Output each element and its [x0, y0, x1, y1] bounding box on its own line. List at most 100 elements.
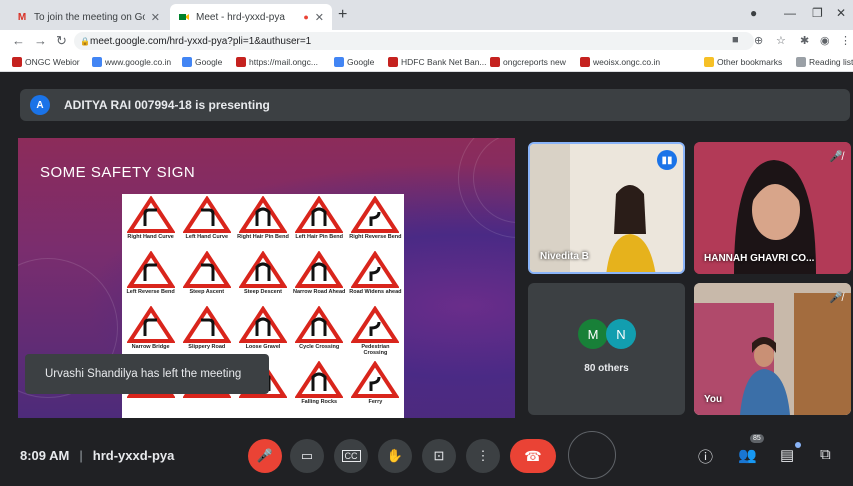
warning-triangle-icon	[351, 196, 400, 233]
sign-label: Pedestrian Crossing	[361, 344, 390, 356]
participant-name: You	[704, 394, 723, 405]
mic-toggle-button[interactable]: 🎤	[248, 439, 282, 473]
profile-record-icon[interactable]: ●	[750, 6, 757, 20]
safety-sign: Pedestrian Crossing	[349, 306, 402, 358]
close-tab-icon[interactable]: ✕	[151, 11, 160, 24]
menu-icon[interactable]: ⋮	[840, 34, 851, 47]
sign-label: Steep Descent	[244, 289, 282, 295]
sign-label: Narrow Bridge	[131, 344, 170, 350]
captions-icon: CC	[341, 450, 361, 462]
google-icon	[182, 57, 192, 67]
tab-meet[interactable]: Meet - hrd-yxxd-pya ● ✕	[170, 4, 332, 30]
bookmark-item[interactable]: weoisx.ongc.co.in	[580, 55, 660, 69]
lock-icon: 🔒	[80, 36, 90, 46]
sign-label: Left Hair Pin Bend	[295, 234, 344, 240]
warning-triangle-icon	[182, 251, 231, 288]
google-icon	[334, 57, 344, 67]
avatar: M	[578, 319, 608, 349]
extensions-icon[interactable]: ✱	[800, 34, 809, 47]
other-bookmarks[interactable]: Other bookmarks	[704, 55, 782, 69]
bookmark-item[interactable]: ONGC Webior	[12, 55, 80, 69]
mic-off-icon: 🎤	[256, 448, 274, 463]
participant-tile-others[interactable]: M N 80 others	[528, 283, 685, 415]
star-icon[interactable]: ☆	[776, 34, 786, 47]
sign-label: Right Reverse Bend	[349, 234, 402, 240]
sign-label: Road Widens ahead	[349, 289, 402, 295]
bookmarks-bar: ONGC Webior www.google.co.in Google http…	[0, 52, 853, 72]
bookmark-favicon-icon	[580, 57, 590, 67]
safety-sign: Falling Rocks	[293, 361, 346, 413]
zoom-icon[interactable]: ⊕	[754, 34, 763, 47]
warning-triangle-icon	[351, 251, 400, 288]
bookmark-favicon-icon	[236, 57, 246, 67]
more-options-button[interactable]: ⋮	[466, 439, 500, 473]
bookmark-item[interactable]: Google	[182, 55, 222, 69]
safety-sign: Steep Ascent	[180, 251, 233, 303]
end-call-button[interactable]: ☎	[510, 439, 556, 473]
present-button[interactable]: ⊡	[422, 439, 456, 473]
close-tab-icon[interactable]: ✕	[315, 11, 324, 24]
participant-tile-you[interactable]: 🎤̸ You	[694, 283, 851, 415]
minimize-icon[interactable]: —	[784, 6, 796, 20]
safety-sign: Right Hand Curve	[124, 196, 177, 248]
warning-triangle-icon	[351, 306, 400, 343]
participant-tile-hannah[interactable]: 🎤̸ HANNAH GHAVRI CO...	[694, 142, 851, 274]
participant-tile-nivedita[interactable]: ▮▮ Nivedita B	[528, 142, 685, 274]
camera-toggle-button[interactable]: ▭	[290, 439, 324, 473]
bookmark-item[interactable]: Google	[334, 55, 374, 69]
safety-sign: Left Hair Pin Bend	[293, 196, 346, 248]
present-icon: ⊡	[433, 448, 445, 463]
back-icon[interactable]: ←	[12, 33, 25, 48]
safety-sign: Loose Gravel	[236, 306, 289, 358]
gmail-icon: M	[17, 11, 27, 23]
bookmark-item[interactable]: https://mail.ongc...	[236, 55, 318, 69]
tab-label: To join the meeting on Google M	[34, 11, 145, 23]
url-text: meet.google.com/hrd-yxxd-pya?pli=1&authu…	[90, 35, 312, 47]
slide-title: SOME SAFETY SIGN	[40, 164, 196, 181]
meeting-code: hrd-yxxd-pya	[92, 448, 175, 463]
reading-list[interactable]: Reading list	[796, 55, 853, 69]
avatar[interactable]: ◉	[820, 34, 830, 47]
raise-hand-button[interactable]: ✋	[378, 439, 412, 473]
bookmark-favicon-icon	[388, 57, 398, 67]
forward-icon[interactable]: →	[34, 33, 47, 48]
sign-label: Slippery Road	[188, 344, 226, 350]
captions-button[interactable]: CC	[334, 439, 368, 473]
new-tab-icon[interactable]: +	[338, 6, 347, 24]
recording-dot-icon: ●	[303, 12, 309, 22]
left-meeting-toast: Urvashi Shandilya has left the meeting	[25, 354, 269, 394]
participant-count-badge: 85	[750, 434, 764, 443]
safety-sign: Left Hand Curve	[180, 196, 233, 248]
warning-triangle-icon	[182, 306, 231, 343]
camera-icon: ▭	[300, 448, 314, 463]
sign-label: Loose Gravel	[245, 344, 281, 350]
activities-icon[interactable]: ⧉	[820, 446, 831, 463]
tab-join-meeting[interactable]: M To join the meeting on Google M ✕	[8, 4, 168, 30]
divider: |	[79, 448, 83, 463]
info-icon[interactable]: ⓘ	[698, 446, 713, 467]
sign-label: Cycle Crossing	[299, 344, 340, 350]
more-vert-icon: ⋮	[476, 448, 490, 463]
url-input[interactable]: 🔒 meet.google.com/hrd-yxxd-pya?pli=1&aut…	[74, 32, 754, 50]
safety-sign: Right Hair Pin Bend	[236, 196, 289, 248]
reading-list-icon	[796, 57, 806, 67]
reload-icon[interactable]: ↻	[56, 33, 67, 49]
close-window-icon[interactable]: ✕	[836, 6, 846, 20]
meeting-time: 8:09 AM	[20, 448, 70, 463]
participant-name: Nivedita B	[540, 251, 589, 262]
safety-sign: Left Reverse Bend	[124, 251, 177, 303]
mic-off-icon: 🎤̸	[829, 151, 843, 163]
camera-indicator-icon[interactable]: ■	[732, 34, 739, 46]
maximize-icon[interactable]: ❐	[812, 6, 823, 20]
bookmark-item[interactable]: www.google.co.in	[92, 55, 171, 69]
bookmark-item[interactable]: ongcreports new	[490, 55, 566, 69]
warning-triangle-icon	[295, 251, 344, 288]
chat-icon[interactable]: ▤	[780, 446, 794, 464]
sign-label: Left Reverse Bend	[126, 289, 175, 295]
folder-icon	[704, 57, 714, 67]
sign-label: Steep Ascent	[189, 289, 225, 295]
bookmark-item[interactable]: HDFC Bank Net Ban...	[388, 55, 487, 69]
avatar: N	[606, 319, 636, 349]
google-icon	[92, 57, 102, 67]
people-icon[interactable]: 👥	[738, 446, 757, 464]
